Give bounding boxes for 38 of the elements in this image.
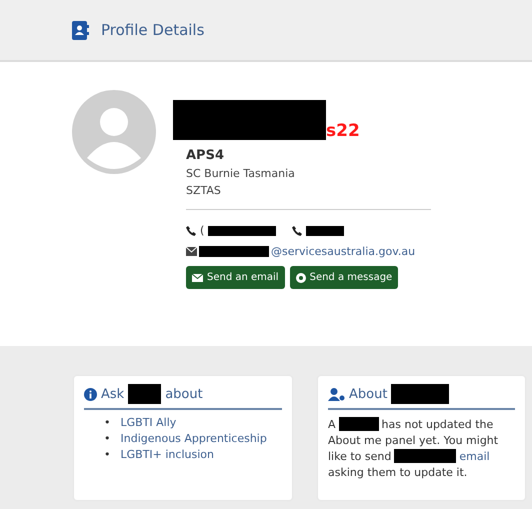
redaction-block <box>338 417 379 431</box>
redaction-code: s22 <box>326 123 360 140</box>
phone-icon <box>292 226 302 236</box>
bullet-mark: • <box>104 448 110 462</box>
topic-item: LGBTI+ inclusion <box>120 448 214 462</box>
page-title: Profile Details <box>101 21 204 39</box>
redaction-block <box>199 246 269 257</box>
email-link[interactable]: email <box>459 450 490 462</box>
phone-icon <box>186 226 196 236</box>
redaction-block <box>306 226 344 236</box>
message-text: About me panel yet. You might <box>328 434 498 446</box>
topic-item: LGBTI Ally <box>120 416 176 430</box>
envelope-icon <box>186 247 197 256</box>
location-text: SZTAS <box>186 184 222 197</box>
redaction-block <box>391 384 450 404</box>
message-text: has not updated the <box>382 418 494 430</box>
location-text: SC Burnie Tasmania <box>186 167 296 180</box>
avatar-icon <box>72 90 156 174</box>
contact-card-icon <box>72 20 89 40</box>
card-title: Ask <box>101 386 124 402</box>
card-title: about <box>165 386 203 402</box>
redaction-block <box>394 449 456 463</box>
redaction-block <box>128 384 162 404</box>
job-grade: APS4 <box>186 148 225 163</box>
phone-prefix: ( <box>200 224 204 237</box>
send-message-button[interactable]: Send a message <box>290 266 398 289</box>
email-link[interactable]: @servicesaustralia.gov.au <box>271 245 416 258</box>
message-text: like to send <box>328 450 392 462</box>
envelope-icon <box>192 274 203 282</box>
redaction-block <box>208 226 276 236</box>
message-text: asking them to update it. <box>328 466 468 478</box>
card-title: About <box>349 386 388 402</box>
bullet-mark: • <box>104 416 110 430</box>
topic-item: Indigenous Apprenticeship <box>120 432 267 446</box>
message-text: A <box>328 418 336 430</box>
info-icon <box>84 388 97 400</box>
send-email-button[interactable]: Send an email <box>186 266 285 289</box>
bullet-mark: • <box>104 432 110 446</box>
